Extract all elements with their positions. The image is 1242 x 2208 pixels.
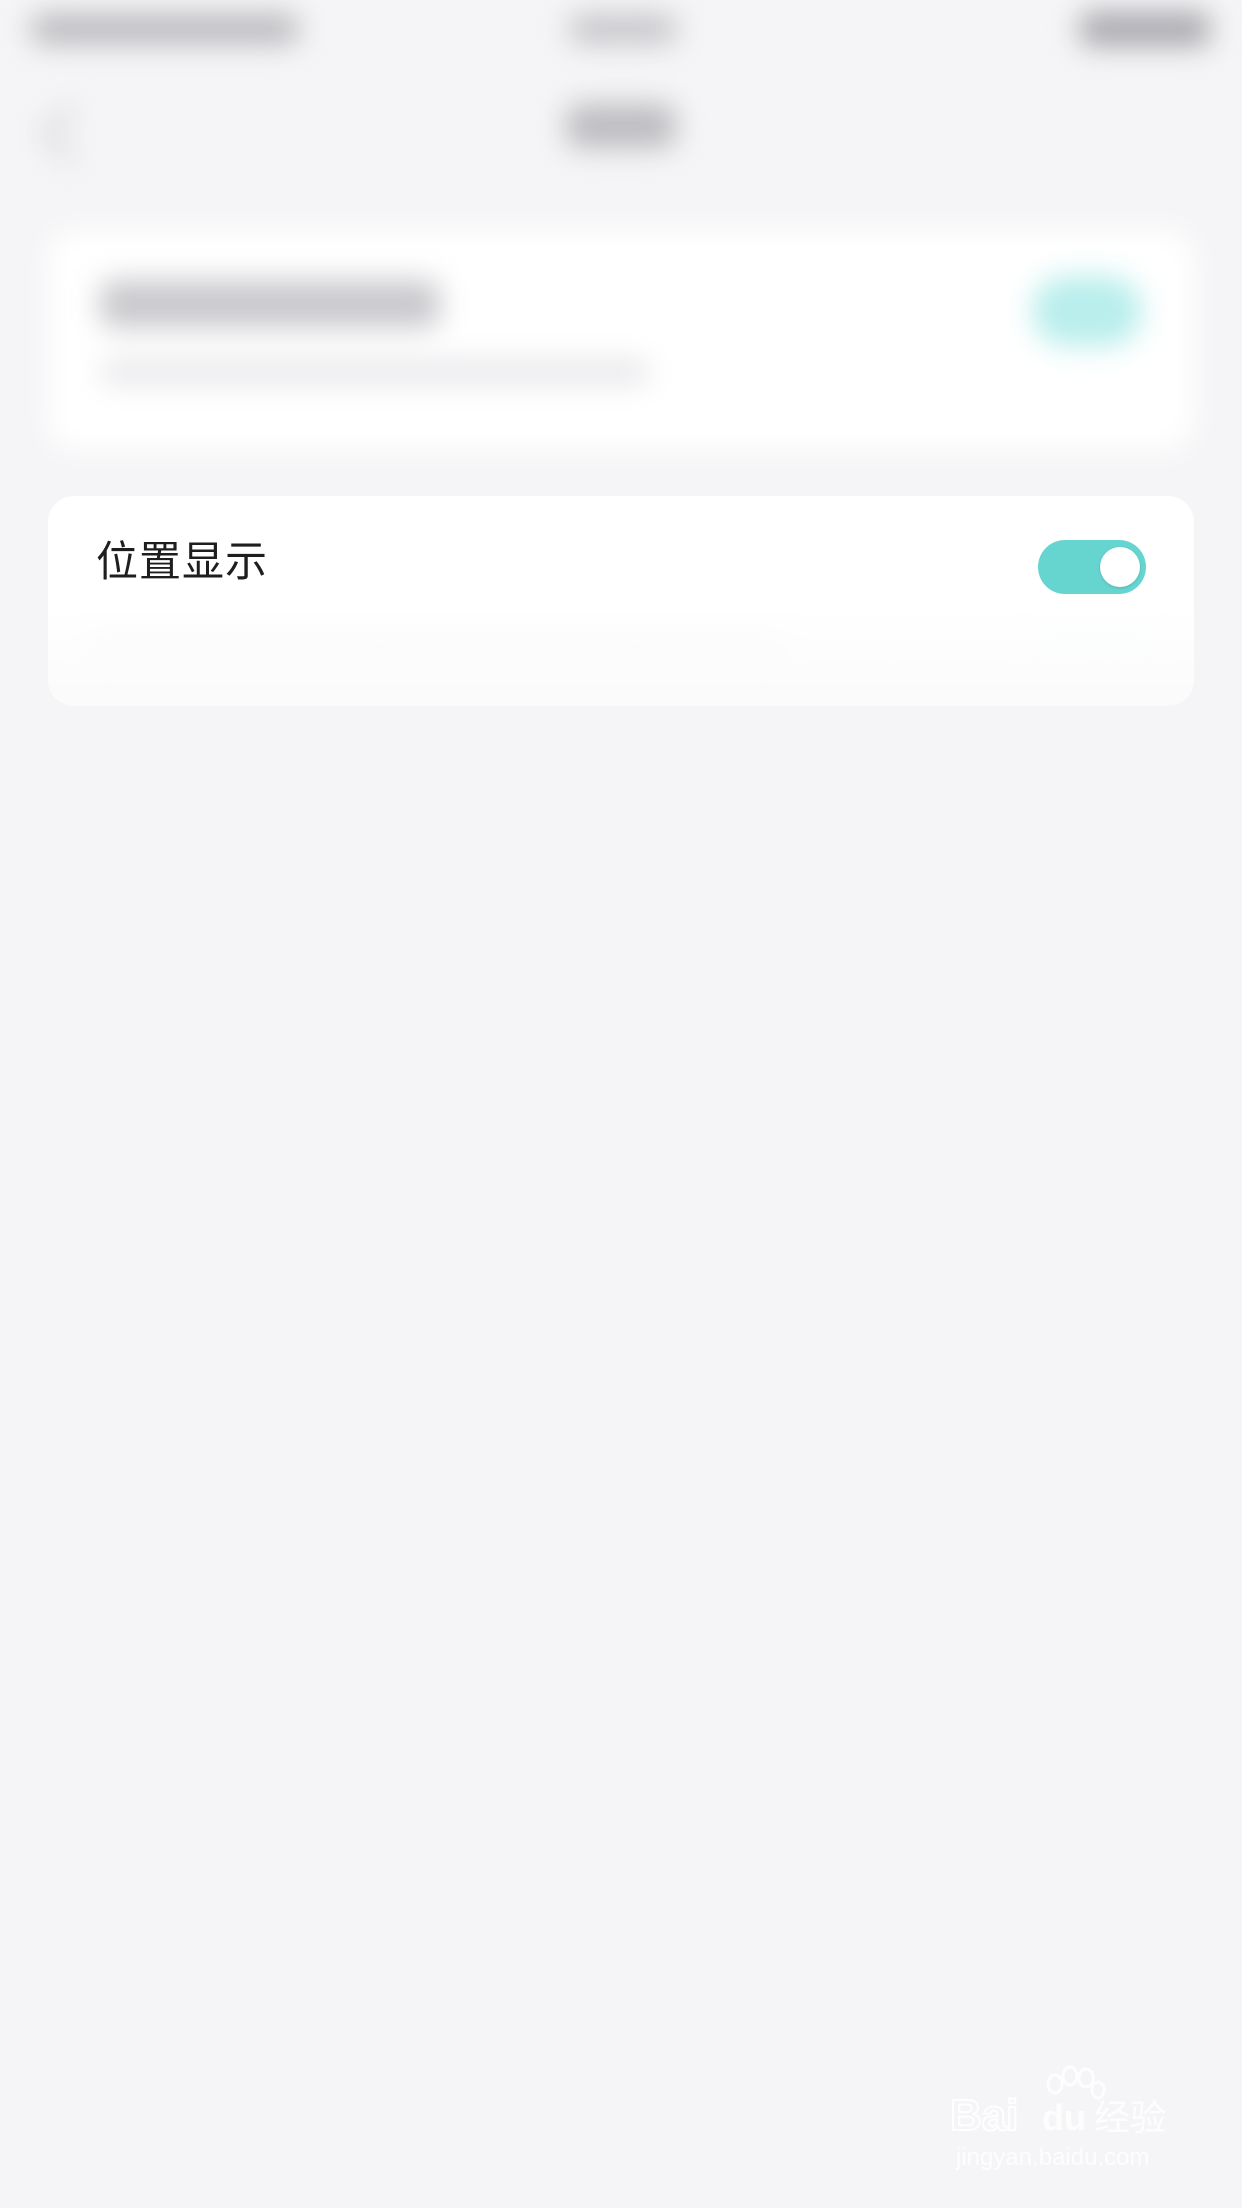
navigation-bar [0, 70, 1242, 180]
baidu-jingyan-watermark: Bai du 经验 jingyan.baidu.com [950, 2060, 1180, 2180]
setting-description-blurred [100, 360, 650, 384]
battery-icon [1080, 12, 1210, 46]
page-title-blurred [566, 104, 676, 148]
svg-text:经验: 经验 [1094, 2098, 1166, 2139]
setting-title-blurred [100, 280, 440, 328]
setting-toggle-blurred[interactable] [1032, 276, 1142, 346]
location-display-label: 位置显示 [96, 537, 269, 586]
status-center-blurred [568, 14, 678, 44]
svg-text:Bai: Bai [950, 2091, 1018, 2140]
location-display-toggle[interactable] [1038, 540, 1146, 594]
svg-text:jingyan.baidu.com: jingyan.baidu.com [955, 2144, 1149, 2171]
status-bar [0, 0, 1242, 60]
blurred-background [0, 0, 1242, 2208]
svg-text:du: du [1042, 2097, 1086, 2138]
back-arrow-icon[interactable] [41, 105, 99, 163]
toggle-knob [1100, 547, 1140, 587]
settings-card-blurred [48, 230, 1194, 450]
location-display-card: 位置显示 [48, 496, 1194, 706]
status-time-blurred [30, 14, 300, 44]
baidu-paw-logo-icon: Bai du 经验 jingyan.baidu.com [950, 2065, 1166, 2171]
